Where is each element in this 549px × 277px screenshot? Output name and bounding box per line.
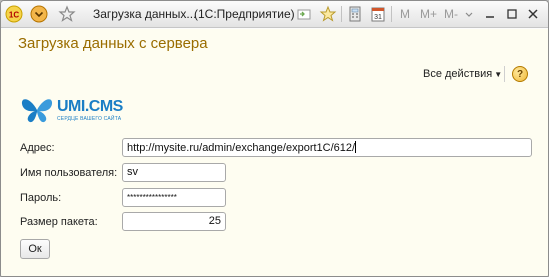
- packet-size-label: Размер пакета:: [20, 216, 98, 228]
- minimize-icon[interactable]: [481, 5, 499, 23]
- svg-text:31: 31: [374, 14, 382, 21]
- ok-button[interactable]: Ок: [20, 239, 50, 259]
- form-title: Загрузка данных с сервера: [18, 35, 208, 52]
- calculator-icon[interactable]: [346, 5, 364, 23]
- close-icon[interactable]: [524, 5, 542, 23]
- caret-down-icon: ▼: [494, 70, 503, 79]
- address-label: Адрес:: [20, 142, 55, 154]
- all-actions-menu[interactable]: Все действия ▼: [423, 68, 502, 80]
- main-menu-icon[interactable]: [30, 5, 48, 23]
- packet-size-field[interactable]: 25: [122, 212, 226, 231]
- title-bar: 1С Загрузка данных... (1С:Предприятие) 3…: [1, 1, 548, 28]
- app-window: 1С Загрузка данных... (1С:Предприятие) 3…: [0, 0, 549, 277]
- separator: [504, 66, 505, 82]
- password-label: Пароль:: [20, 192, 62, 204]
- add-favorite-icon[interactable]: [319, 5, 337, 23]
- favorite-star-icon[interactable]: [58, 5, 76, 23]
- memory-m-button[interactable]: M: [400, 7, 410, 21]
- separator: [391, 6, 392, 22]
- logo-subtitle: сердце вашего сайта: [57, 116, 122, 122]
- onec-logo-icon[interactable]: 1С: [5, 5, 23, 23]
- address-value: http://mysite.ru/admin/exchange/export1C…: [127, 142, 356, 154]
- umi-cms-logo: UMI.CMS сердце вашего сайта: [19, 94, 149, 126]
- separator: [341, 6, 342, 22]
- logo-text: UMI.CMS: [57, 98, 123, 115]
- butterfly-logo-icon: [21, 99, 53, 123]
- memory-subtract-button[interactable]: M-: [444, 7, 458, 21]
- calendar-icon[interactable]: 31: [369, 5, 387, 23]
- address-field[interactable]: http://mysite.ru/admin/exchange/export1C…: [122, 138, 532, 157]
- svg-text:1С: 1С: [9, 11, 19, 20]
- window-title: Загрузка данных...: [93, 7, 197, 21]
- help-icon[interactable]: ?: [512, 66, 528, 82]
- username-field[interactable]: sv: [122, 163, 226, 182]
- password-field[interactable]: ****************: [122, 188, 226, 207]
- form-content: Загрузка данных с сервера Все действия ▼ …: [1, 29, 548, 276]
- app-title: (1С:Предприятие): [194, 7, 295, 21]
- all-actions-label: Все действия: [423, 68, 493, 80]
- link-icon[interactable]: [295, 5, 313, 23]
- username-label: Имя пользователя:: [20, 167, 118, 179]
- maximize-icon[interactable]: [503, 5, 521, 23]
- dropdown-icon[interactable]: [460, 5, 478, 23]
- memory-add-button[interactable]: M+: [420, 7, 437, 21]
- text-cursor: [355, 141, 357, 153]
